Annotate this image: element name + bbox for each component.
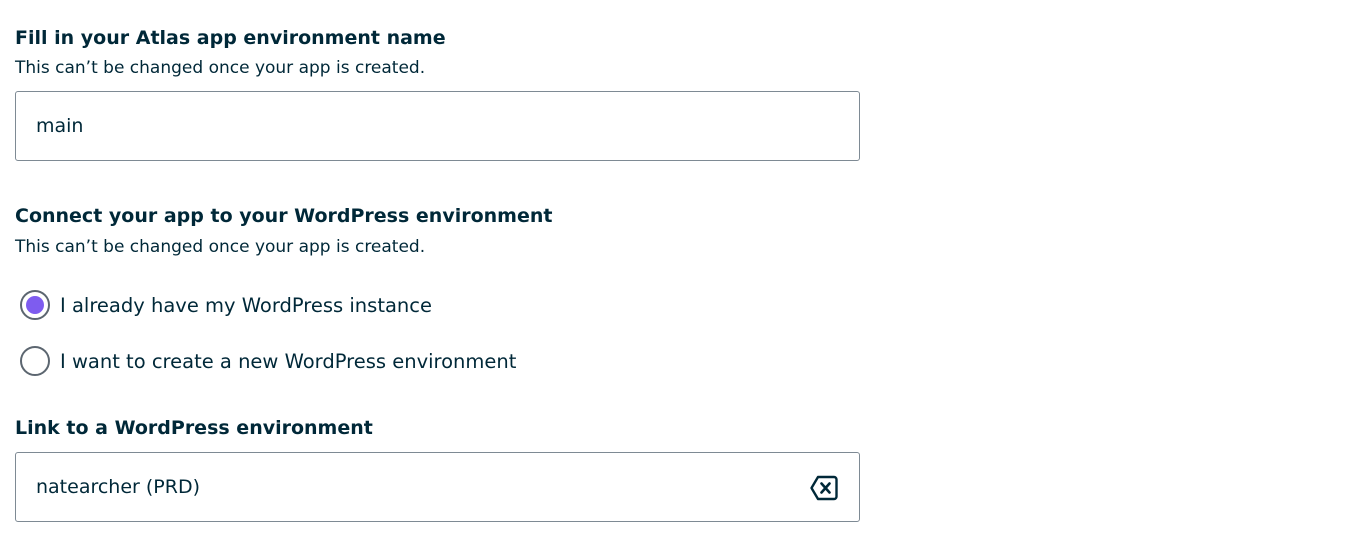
radio-label-existing: I already have my WordPress instance [60, 293, 432, 317]
create-app-form: Fill in your Atlas app environment name … [0, 0, 1367, 545]
radio-button-new[interactable] [20, 346, 50, 376]
link-env-input[interactable] [16, 453, 776, 521]
backspace-x-icon[interactable] [809, 474, 839, 502]
radio-button-existing[interactable] [20, 290, 50, 320]
env-name-field[interactable] [15, 91, 860, 161]
radio-option-new[interactable]: I want to create a new WordPress environ… [20, 346, 516, 376]
connect-help: This can’t be changed once your app is c… [15, 237, 426, 257]
radio-selected-dot [26, 296, 44, 314]
radio-option-existing[interactable]: I already have my WordPress instance [20, 290, 432, 320]
link-env-field[interactable] [15, 452, 860, 522]
env-name-help: This can’t be changed once your app is c… [15, 58, 426, 78]
env-name-title: Fill in your Atlas app environment name [15, 27, 446, 49]
radio-label-new: I want to create a new WordPress environ… [60, 349, 517, 373]
connect-title: Connect your app to your WordPress envir… [15, 205, 553, 227]
link-title: Link to a WordPress environment [15, 417, 373, 439]
env-name-input[interactable] [16, 92, 776, 160]
